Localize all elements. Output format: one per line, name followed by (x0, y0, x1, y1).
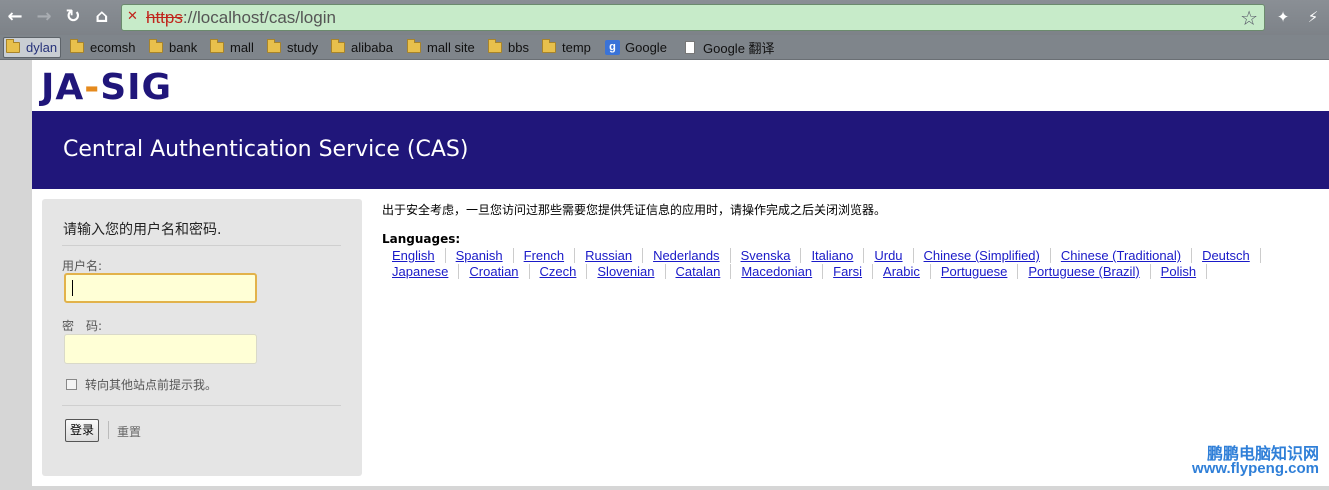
lang-link-chinese-simplified[interactable]: Chinese (Simplified) (914, 248, 1051, 263)
logo-dash: - (84, 67, 101, 108)
lang-link-russian[interactable]: Russian (575, 248, 644, 263)
bookmark-label: alibaba (351, 39, 393, 55)
lang-link-slovenian[interactable]: Slovenian (587, 264, 666, 279)
home-icon[interactable]: ⌂ (91, 6, 113, 28)
bookmark-alibaba[interactable]: alibaba (331, 38, 393, 56)
languages-row-2: Japanese Croatian Czech Slovenian Catala… (382, 264, 1208, 279)
lang-link-english[interactable]: English (382, 248, 446, 263)
page-icon (685, 40, 695, 54)
username-input[interactable] (64, 273, 257, 303)
bookmark-label: bbs (508, 39, 529, 55)
bookmark-dylan[interactable]: dylan (3, 37, 62, 58)
folder-icon (542, 38, 556, 53)
bookmark-label: study (287, 39, 319, 55)
lang-link-arabic[interactable]: Arabic (873, 264, 931, 279)
page-title: Central Authentication Service (CAS) (63, 137, 469, 162)
lang-link-svenska[interactable]: Svenska (731, 248, 802, 263)
bookmark-label: ecomsh (90, 39, 136, 55)
folder-icon (210, 38, 224, 53)
reload-icon[interactable]: ↻ (62, 6, 84, 28)
back-arrow-icon[interactable]: ← (4, 6, 26, 28)
lang-link-portuguese-brazil[interactable]: Portuguese (Brazil) (1018, 264, 1151, 279)
lang-link-urdu[interactable]: Urdu (864, 248, 914, 263)
bookmark-label: temp (562, 39, 591, 55)
languages-row-1: English Spanish French Russian Nederland… (382, 248, 1261, 263)
folder-icon (267, 38, 281, 53)
bookmark-label: mall (230, 39, 254, 55)
bookmark-bank[interactable]: bank (149, 38, 197, 56)
bookmark-google[interactable]: g Google (605, 38, 667, 56)
address-bar[interactable]: ✕ https://localhost/cas/login ☆ (121, 4, 1265, 31)
folder-icon (407, 38, 421, 53)
lang-link-catalan[interactable]: Catalan (666, 264, 732, 279)
browser-toolbar: ← → ↻ ⌂ ✕ https://localhost/cas/login ☆ … (0, 0, 1329, 35)
logo-part1: JA (41, 67, 85, 108)
security-notice: 出于安全考虑，一旦您访问过那些需要您提供凭证信息的应用时，请操作完成之后关闭浏览… (382, 203, 887, 217)
folder-icon (70, 38, 84, 53)
warn-label: 转向其他站点前提示我。 (85, 378, 218, 392)
lang-link-croatian[interactable]: Croatian (459, 264, 530, 279)
google-icon: g (605, 39, 620, 55)
lang-link-czech[interactable]: Czech (530, 264, 588, 279)
bookmark-label: mall site (427, 39, 475, 55)
bookmark-google-translate[interactable]: Google 翻译 (685, 38, 775, 56)
bookmark-temp[interactable]: temp (542, 38, 591, 56)
cas-page: JA-SIG Central Authentication Service (C… (32, 60, 1329, 486)
login-form: 请输入您的用户名和密码. 用户名: 密 码: 转向其他站点前提示我。 登录 重置 (42, 199, 362, 476)
lang-link-portuguese[interactable]: Portuguese (931, 264, 1019, 279)
logo-part2: SIG (100, 67, 173, 108)
bookmark-label: dylan (26, 40, 58, 55)
url-scheme: https (146, 8, 183, 27)
lang-link-chinese-traditional[interactable]: Chinese (Traditional) (1051, 248, 1193, 263)
lang-link-spanish[interactable]: Spanish (446, 248, 514, 263)
bookmark-label: Google (625, 39, 667, 55)
lang-link-japanese[interactable]: Japanese (382, 264, 460, 279)
languages-heading: Languages: (382, 232, 461, 246)
lang-link-farsi[interactable]: Farsi (823, 264, 874, 279)
header-banner: Central Authentication Service (CAS) (32, 111, 1329, 189)
folder-icon (6, 39, 20, 53)
lang-link-macedonian[interactable]: Macedonian (731, 264, 824, 279)
password-input[interactable] (64, 334, 257, 364)
forward-arrow-icon[interactable]: → (33, 6, 55, 28)
divider (62, 405, 341, 406)
bookmark-mall[interactable]: mall (210, 38, 254, 56)
folder-icon (331, 38, 345, 53)
button-separator (108, 421, 109, 439)
lang-link-italiano[interactable]: Italiano (801, 248, 865, 263)
bookmark-study[interactable]: study (267, 38, 318, 56)
password-label: 密 码: (62, 319, 103, 333)
bookmark-star-icon[interactable]: ☆ (1240, 6, 1258, 30)
login-heading: 请输入您的用户名和密码. (63, 222, 222, 238)
url-rest: ://localhost/cas/login (182, 8, 336, 27)
jasig-logo: JA-SIG (41, 68, 172, 108)
bookmark-bbs[interactable]: bbs (488, 38, 529, 56)
divider (62, 245, 341, 246)
lang-link-polish[interactable]: Polish (1151, 264, 1208, 279)
bookmarks-bar: dylan ecomsh bank mall study alibaba mal… (0, 35, 1329, 60)
extension-icon[interactable]: ✦ (1273, 7, 1293, 27)
username-label: 用户名: (62, 259, 103, 273)
lang-link-nederlands[interactable]: Nederlands (643, 248, 731, 263)
url-text[interactable]: https://localhost/cas/login (146, 8, 336, 28)
bookmark-mall-site[interactable]: mall site (407, 38, 475, 56)
folder-icon (149, 38, 163, 53)
warn-checkbox[interactable] (66, 379, 77, 390)
bookmark-label: bank (169, 39, 198, 55)
bookmark-label: Google 翻译 (703, 40, 775, 56)
lang-link-deutsch[interactable]: Deutsch (1192, 248, 1261, 263)
watermark-url: www.flypeng.com (1192, 460, 1319, 477)
login-button[interactable]: 登录 (65, 419, 99, 442)
text-caret (72, 280, 73, 296)
bookmark-ecomsh[interactable]: ecomsh (70, 38, 136, 56)
folder-icon (488, 38, 502, 53)
lang-link-french[interactable]: French (514, 248, 576, 263)
lightning-icon[interactable]: ⚡ (1303, 7, 1323, 27)
insecure-lock-icon[interactable]: ✕ (127, 10, 141, 24)
reset-button[interactable]: 重置 (117, 423, 141, 440)
